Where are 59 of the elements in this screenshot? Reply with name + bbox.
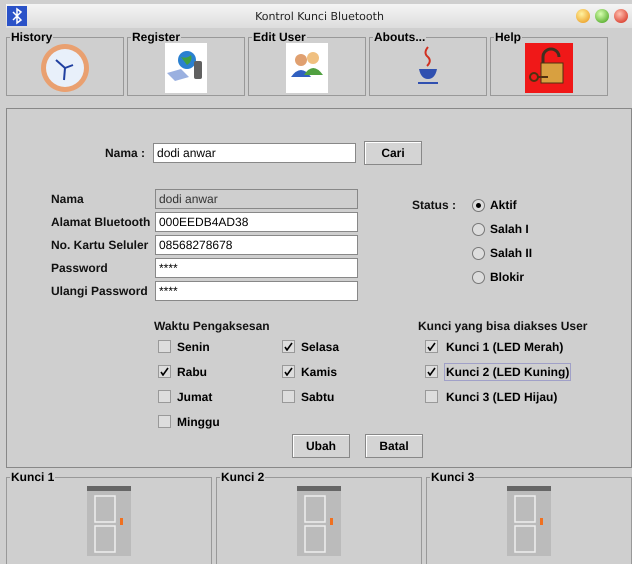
day-checkbox[interactable]: Rabu — [158, 363, 282, 380]
day-checkbox[interactable]: Minggu — [158, 413, 282, 430]
check-icon — [427, 367, 436, 376]
action-button[interactable]: Batal — [365, 434, 423, 458]
lock-checkbox[interactable]: Kunci 3 (LED Hijau) — [418, 388, 588, 405]
tool-panel[interactable]: Edit User — [248, 30, 366, 96]
tool-panel[interactable]: Register — [127, 30, 245, 96]
field-label: Alamat Bluetooth — [51, 215, 152, 229]
radio-option[interactable]: Aktif — [472, 197, 532, 213]
check-icon — [160, 367, 169, 376]
section-title: Kunci yang bisa diakses User — [418, 319, 588, 333]
check-icon — [427, 342, 436, 351]
panel-title: Kunci 1 — [11, 470, 54, 484]
tool-panel[interactable]: Help — [490, 30, 608, 96]
day-checkbox[interactable]: Sabtu — [282, 388, 402, 405]
day-checkbox[interactable]: Kamis — [282, 363, 402, 380]
lock-checkbox[interactable]: Kunci 1 (LED Merah) — [418, 338, 588, 355]
text-field[interactable]: 000EEDB4AD38 — [155, 212, 358, 232]
tool-panel[interactable]: History — [6, 30, 124, 96]
search-button[interactable]: Cari — [364, 141, 422, 165]
status-label: Status : — [412, 198, 456, 214]
text-field[interactable]: **** — [155, 258, 358, 278]
name-search-field[interactable]: dodi anwar — [153, 143, 356, 163]
field-label: Nama : — [105, 146, 146, 160]
laptop-globe-phone-icon — [165, 43, 207, 93]
field-label: Password — [51, 261, 109, 275]
panel-title: Kunci 2 — [221, 470, 264, 484]
text-field[interactable]: **** — [155, 281, 358, 301]
radio-option[interactable]: Blokir — [472, 269, 532, 285]
check-icon — [284, 342, 293, 351]
section-title: Waktu Pengaksesan — [154, 319, 271, 333]
door-icon — [297, 486, 341, 556]
door-icon — [87, 486, 131, 556]
panel-title: History — [11, 30, 52, 44]
padlock-key-icon — [525, 43, 573, 93]
panel-title: Help — [495, 30, 522, 44]
users-icon — [286, 43, 328, 93]
maximize-button[interactable] — [595, 9, 609, 23]
panel-title: Abouts... — [374, 30, 426, 44]
field-label: No. Kartu Seluler — [51, 238, 150, 252]
close-button[interactable] — [614, 9, 628, 23]
bluetooth-icon — [7, 6, 27, 26]
tool-panel[interactable]: Abouts... — [369, 30, 487, 96]
day-checkbox[interactable]: Senin — [158, 338, 282, 355]
minimize-button[interactable] — [576, 9, 590, 23]
door-icon — [507, 486, 551, 556]
text-field[interactable]: 08568278678 — [155, 235, 358, 255]
day-checkbox[interactable]: Jumat — [158, 388, 282, 405]
radio-option[interactable]: Salah II — [472, 245, 532, 261]
field-label: Nama — [51, 192, 85, 206]
check-icon — [284, 367, 293, 376]
window-title: Kontrol Kunci Bluetooth — [254, 10, 385, 22]
day-checkbox[interactable]: Selasa — [282, 338, 402, 355]
panel-title: Kunci 3 — [431, 470, 474, 484]
panel-title: Edit User — [253, 30, 306, 44]
field-label: Ulangi Password — [51, 284, 149, 298]
radio-option[interactable]: Salah I — [472, 221, 532, 237]
panel-title: Register — [132, 30, 180, 44]
action-button[interactable]: Ubah — [292, 434, 350, 458]
